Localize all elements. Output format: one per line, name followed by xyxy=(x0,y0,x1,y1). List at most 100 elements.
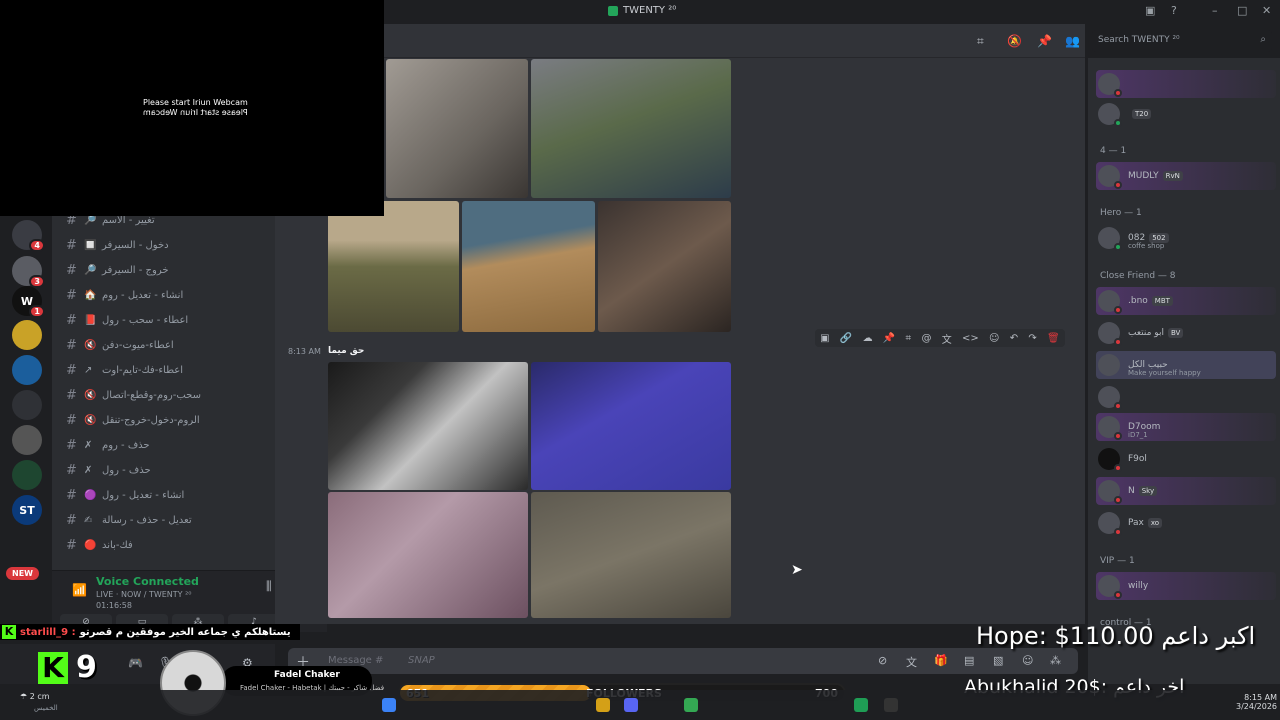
clock[interactable]: 8:15 AM 3/24/2026 xyxy=(1236,693,1277,711)
server-icon-4[interactable] xyxy=(12,320,42,350)
file-explorer-icon[interactable] xyxy=(596,698,610,712)
weather-widget[interactable]: ☂ 2 cm xyxy=(20,692,50,701)
gif-icon[interactable]: ▤ xyxy=(964,654,974,667)
member-item[interactable]: ابو منتعب BV xyxy=(1096,319,1276,347)
channel-item[interactable]: # 🔴 فك-باند xyxy=(66,535,266,555)
member-item[interactable]: F9ol xyxy=(1096,445,1276,473)
member-item[interactable]: حبيب الكل Make yourself happy xyxy=(1096,351,1276,379)
pin-icon[interactable]: 📌 xyxy=(883,333,895,344)
search-input[interactable]: Search TWENTY ²⁰ ⌕ xyxy=(1092,30,1272,52)
text-channel-icon: # xyxy=(66,387,77,403)
pinned-messages-icon[interactable]: 📌 xyxy=(1037,34,1052,48)
server-icon-1[interactable]: 4 xyxy=(12,220,45,252)
channel-item[interactable]: # 🏠 انشاء - تعديل - روم xyxy=(66,285,266,305)
no-nitro-icon[interactable]: ⊘ xyxy=(878,654,887,667)
taskbar: ☂ 2 cm الخميس 8:15 AM 3/24/2026 xyxy=(0,690,1280,720)
text-channel-icon: # xyxy=(66,437,77,453)
weather-icon: ☂ xyxy=(20,692,28,701)
member-item[interactable]: willy xyxy=(1096,572,1276,600)
obs-icon[interactable] xyxy=(884,698,898,712)
image-attachment[interactable] xyxy=(328,492,528,618)
voice-channel-name[interactable]: LIVE · NOW / TWENTY ²⁰ xyxy=(96,590,192,599)
channel-item[interactable]: # ✗ حذف - رول xyxy=(66,460,266,480)
channel-item[interactable]: # ✗ حذف - روم xyxy=(66,435,266,455)
message-author[interactable]: حق ميما xyxy=(328,346,364,356)
minimize-button[interactable]: – xyxy=(1212,4,1218,17)
member-item[interactable]: N Sky xyxy=(1096,477,1276,505)
noise-suppression-icon[interactable]: ⫼ xyxy=(266,579,272,594)
server-icon-7[interactable] xyxy=(12,425,42,455)
member-item[interactable]: MUDLY RvN xyxy=(1096,162,1276,190)
chrome-icon[interactable] xyxy=(684,698,698,712)
text-channel-icon: # xyxy=(66,462,77,478)
new-badge[interactable]: NEW xyxy=(6,567,39,580)
message-composer[interactable]: ＋ Message # SNAP ⊘ 文 🎁 ▤ ▧ ☺ ⁂ xyxy=(288,648,1078,674)
emoji-icon[interactable]: ☺ xyxy=(1022,654,1033,667)
discord-icon[interactable] xyxy=(624,698,638,712)
maximize-button[interactable]: □ xyxy=(1237,4,1247,17)
server-icon-3[interactable]: W1 xyxy=(12,286,45,318)
server-icon-9[interactable]: ST xyxy=(12,495,42,525)
channel-item[interactable]: # 🔇 الروم-دخول-خروج-تنقل xyxy=(66,410,266,430)
app-icon[interactable] xyxy=(854,698,868,712)
channel-item[interactable]: # ↗ اعطاء-فك-تايم-اوت xyxy=(66,360,266,380)
image-attachment[interactable] xyxy=(531,362,731,490)
server-icon-6[interactable] xyxy=(12,390,42,420)
image-attachment[interactable] xyxy=(598,201,731,332)
sticker-icon[interactable]: ▧ xyxy=(993,654,1003,667)
member-item[interactable]: 082 502 coffe shop xyxy=(1096,224,1276,252)
member-item[interactable]: .bno MBT xyxy=(1096,287,1276,315)
server-icon-8[interactable] xyxy=(12,460,42,490)
image-attachment[interactable] xyxy=(531,59,731,198)
reply-icon[interactable]: ↶ xyxy=(1010,333,1018,344)
emoji-icon[interactable]: ☺ xyxy=(989,333,999,344)
avatar xyxy=(1098,575,1122,599)
server-icon-5[interactable] xyxy=(12,355,42,385)
forward-icon[interactable]: ↷ xyxy=(1028,333,1036,344)
avatar xyxy=(1098,386,1122,410)
image-attachment[interactable] xyxy=(386,59,528,198)
gift-icon[interactable]: 🎁 xyxy=(934,654,948,667)
inbox-icon[interactable]: ▣ xyxy=(1145,4,1155,17)
mute-notifications-icon[interactable]: 🔕 xyxy=(1007,34,1022,48)
chat-ticker: K starlill_9 : يستاهلكم ي جماعه الخير مو… xyxy=(0,624,300,640)
text-channel-icon: # xyxy=(66,487,77,503)
server-action-icon[interactable]: ☁ xyxy=(863,333,873,344)
image-attachment[interactable] xyxy=(531,492,731,618)
voice-status[interactable]: Voice Connected xyxy=(96,575,199,588)
channel-item[interactable]: # 🟣 انشاء - تعديل - رول xyxy=(66,485,266,505)
channel-item[interactable]: # ✍ تعديل - حذف - رسالة xyxy=(66,510,266,530)
channel-item[interactable]: # 📕 اعطاء - سحب - رول xyxy=(66,310,266,330)
translate-icon[interactable]: 文 xyxy=(942,331,952,346)
threads-icon[interactable]: ⌗ xyxy=(977,34,984,49)
channel-item[interactable]: # 🔎 خروج - السيرفر xyxy=(66,260,266,280)
signal-icon[interactable]: 📶 xyxy=(72,583,87,597)
delete-icon[interactable]: 🗑 xyxy=(1047,333,1060,344)
channel-item[interactable]: # 🔇 سحب-روم-وقطع-اتصال xyxy=(66,385,266,405)
member-item[interactable] xyxy=(1096,70,1276,98)
image-attachment[interactable] xyxy=(462,201,595,332)
member-item[interactable]: Pax xo xyxy=(1096,509,1276,537)
image-attachment[interactable] xyxy=(328,362,528,490)
kick-logo-icon: K xyxy=(2,625,16,639)
member-item[interactable]: D7oom iD7_1 xyxy=(1096,413,1276,441)
channel-item[interactable]: # 🔇 اعطاء-ميوت-دفن xyxy=(66,335,266,355)
apps-icon[interactable]: ⁂ xyxy=(1050,654,1061,667)
close-button[interactable]: ✕ xyxy=(1262,4,1271,17)
code-icon[interactable]: <> xyxy=(962,333,979,344)
app-icon[interactable]: ▣ xyxy=(820,333,829,344)
channel-item[interactable]: # 🔲 دخول - السيرفر xyxy=(66,235,266,255)
help-icon[interactable]: ? xyxy=(1171,4,1177,17)
member-list-icon[interactable]: 👥 xyxy=(1065,34,1080,48)
member-item[interactable] xyxy=(1096,383,1276,411)
server-icon-2[interactable]: 3 xyxy=(12,256,45,288)
mention-icon[interactable]: @ xyxy=(921,333,931,344)
link-icon[interactable]: 🔗 xyxy=(840,333,852,344)
text-channel-icon: # xyxy=(66,237,77,253)
thread-icon[interactable]: ⌗ xyxy=(906,333,912,344)
translate-icon[interactable]: 文 xyxy=(906,654,917,670)
image-attachment[interactable] xyxy=(328,201,459,332)
start-button-icon[interactable] xyxy=(382,698,396,712)
game-controller-icon[interactable]: 🎮 xyxy=(128,656,143,670)
member-item[interactable]: T20 xyxy=(1096,100,1276,128)
